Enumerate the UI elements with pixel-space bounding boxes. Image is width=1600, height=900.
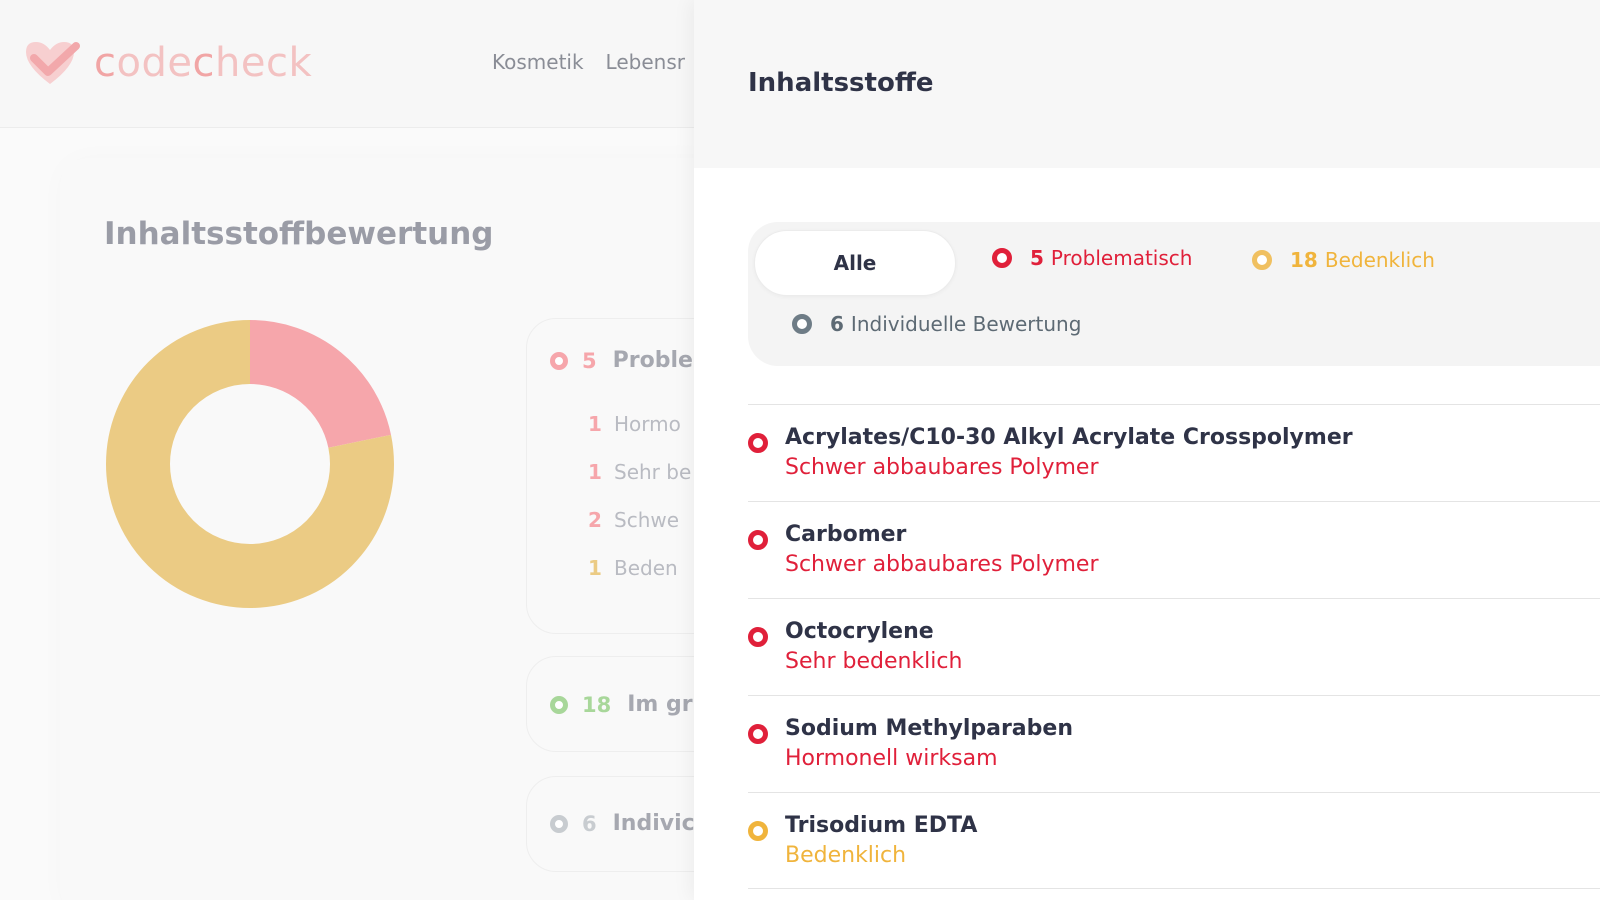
individual-label: Indivic [612, 811, 694, 836]
status-ring-icon [992, 248, 1012, 268]
problematic-count: 5 [582, 348, 597, 373]
nav-item-kosmetik[interactable]: Kosmetik [492, 50, 584, 74]
problematic-label: Proble [612, 348, 693, 373]
ingredient-list: Acrylates/C10-30 Alkyl Acrylate Crosspol… [748, 404, 1600, 889]
status-ring-icon [748, 627, 768, 647]
problematic-summary-row: 5 Proble [550, 348, 693, 373]
status-ring-icon [550, 351, 568, 370]
rating-donut-chart [106, 320, 394, 608]
individual-summary-row: 6 Indivic [550, 811, 694, 836]
good-label: Im gr [627, 692, 693, 717]
site-logo[interactable]: codecheck [20, 38, 312, 88]
ingredient-row[interactable]: Sodium Methylparaben Hormonell wirksam [748, 695, 1600, 792]
filter-problematic[interactable]: 5 Problematisch [992, 246, 1192, 270]
main-nav: Kosmetik Lebensr [492, 50, 685, 74]
sub-item: 1 Beden [588, 556, 678, 580]
ingredient-row[interactable]: Carbomer Schwer abbaubares Polymer [748, 501, 1600, 598]
filter-bar: Alle 5 Problematisch 18 Bedenklich 6 Ind… [748, 222, 1600, 366]
background-page: codecheck Kosmetik Lebensr Inhaltsstoffb… [0, 0, 694, 900]
good-count: 18 [582, 692, 612, 717]
status-ring-icon [748, 530, 768, 550]
heart-check-icon [26, 42, 80, 84]
filter-individual[interactable]: 6 Individuelle Bewertung [792, 312, 1081, 336]
filter-all-button[interactable]: Alle [754, 230, 956, 296]
filter-concerning[interactable]: 18 Bedenklich [1252, 248, 1435, 272]
ingredients-panel: Inhaltsstoffe Alle 5 Problematisch 18 Be… [694, 0, 1600, 900]
panel-title: Inhaltsstoffe [748, 68, 934, 98]
status-ring-icon [550, 695, 568, 714]
ingredient-rating: Schwer abbaubares Polymer [785, 552, 1099, 577]
ingredient-row[interactable]: Octocrylene Sehr bedenklich [748, 598, 1600, 695]
ingredient-rating: Sehr bedenklich [785, 649, 963, 674]
ingredient-rating: Schwer abbaubares Polymer [785, 455, 1099, 480]
status-ring-icon [748, 433, 768, 453]
nav-item-lebensmittel[interactable]: Lebensr [606, 50, 685, 74]
ingredient-row[interactable]: Trisodium EDTA Bedenklich [748, 792, 1600, 889]
ingredient-name: Sodium Methylparaben [785, 716, 1073, 741]
individual-count: 6 [582, 811, 597, 836]
good-summary-row: 18 Im gr [550, 692, 693, 717]
section-title: Inhaltsstoffbewertung [104, 216, 494, 252]
status-ring-icon [1252, 250, 1272, 270]
ingredient-rating: Bedenklich [785, 843, 907, 868]
ingredient-name: Acrylates/C10-30 Alkyl Acrylate Crosspol… [785, 425, 1353, 450]
ingredient-name: Carbomer [785, 522, 907, 547]
status-ring-icon [792, 314, 812, 334]
ingredient-row[interactable]: Acrylates/C10-30 Alkyl Acrylate Crosspol… [748, 404, 1600, 501]
ingredient-name: Octocrylene [785, 619, 934, 644]
sub-item: 2 Schwe [588, 508, 680, 532]
sub-item: 1 Sehr be [588, 460, 692, 484]
ingredient-rating: Hormonell wirksam [785, 746, 998, 771]
logo-wordmark: codecheck [94, 40, 313, 86]
panel-header: Inhaltsstoffe [694, 0, 1600, 168]
ingredient-name: Trisodium EDTA [785, 813, 978, 838]
status-ring-icon [748, 724, 768, 744]
status-ring-icon [550, 814, 568, 833]
status-ring-icon [748, 821, 768, 841]
site-header: codecheck Kosmetik Lebensr [0, 0, 694, 128]
sub-item: 1 Hormo [588, 412, 681, 436]
